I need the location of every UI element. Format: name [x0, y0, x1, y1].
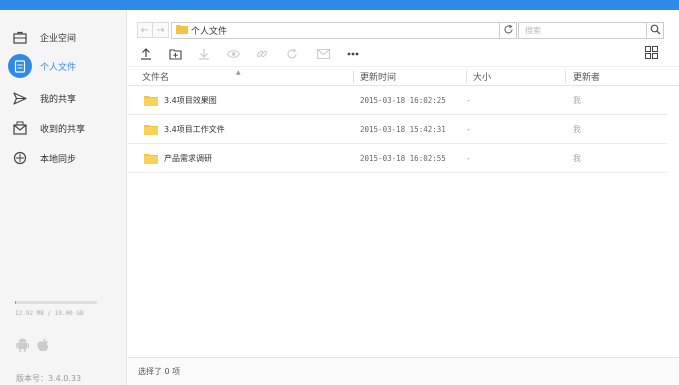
sidebar-item-label: 企业空间 [40, 33, 77, 44]
folder-icon [144, 153, 158, 164]
file-time: 2015-03-18 16:02:25 [360, 96, 446, 105]
path-text: 个人文件 [191, 27, 228, 37]
file-updater: 我 [573, 125, 581, 134]
new-folder-icon[interactable] [168, 47, 182, 61]
column-divider[interactable] [353, 70, 354, 83]
client-downloads [16, 338, 49, 355]
sidebar-item-personal-files[interactable]: 个人文件 [8, 54, 77, 78]
column-divider[interactable] [466, 70, 467, 83]
file-name: 3.4项目工作文件 [164, 125, 225, 134]
inbox-icon [10, 118, 30, 138]
sidebar-item-label: 我的共享 [40, 94, 77, 105]
search-input[interactable] [519, 23, 647, 38]
sync-share-icon[interactable] [285, 47, 299, 61]
search-icon [650, 24, 661, 38]
sync-icon [10, 148, 30, 168]
folder-icon [144, 124, 158, 135]
apple-icon[interactable] [37, 338, 49, 355]
column-header-size[interactable]: 大小 [473, 67, 491, 86]
storage-bar [15, 301, 97, 304]
file-time: 2015-03-18 15:42:31 [360, 125, 446, 134]
file-name-cell: 3.4项目效果图 [144, 86, 217, 115]
more-icon[interactable] [346, 47, 360, 61]
column-divider[interactable] [565, 70, 566, 83]
version-label: 版本号：3.4.0.33 [16, 374, 82, 383]
column-header-name[interactable]: 文件名 [142, 67, 169, 86]
file-size: - [467, 125, 470, 134]
sidebar-item-label: 收到的共享 [40, 124, 86, 135]
file-name-cell: 产品需求调研 [144, 144, 212, 173]
document-icon [8, 54, 32, 78]
file-updater: 我 [573, 96, 581, 105]
upload-icon[interactable] [139, 47, 153, 61]
download-icon[interactable] [197, 47, 211, 61]
storage-fill [15, 301, 16, 304]
column-header-time[interactable]: 更新时间 [360, 67, 396, 86]
storage-text: 12.92 MB / 10.00 GB [15, 310, 84, 317]
file-name: 产品需求调研 [164, 154, 212, 163]
sidebar-item-my-shares[interactable]: 我的共享 [10, 86, 76, 110]
address-toolbar: ← → 个人文件 [128, 20, 679, 42]
action-toolbar [128, 44, 679, 64]
preview-eye-icon[interactable] [226, 47, 240, 61]
forward-button[interactable]: → [153, 22, 169, 38]
search-button[interactable] [646, 22, 663, 39]
file-name: 3.4项目效果图 [164, 96, 217, 105]
search-box [518, 22, 664, 39]
sidebar-item-label: 本地同步 [40, 154, 77, 165]
column-header-updater[interactable]: 更新者 [573, 67, 600, 86]
status-bar: 选择了 0 项 [128, 357, 679, 385]
main-panel: ← → 个人文件 搜索 文件名 ▲ 更新时间 大小 更新者 3.4项目效果图 2… [128, 10, 679, 385]
sidebar-item-received-shares[interactable]: 收到的共享 [10, 116, 85, 140]
title-bar [0, 0, 679, 10]
back-button[interactable]: ← [137, 22, 153, 38]
refresh-button[interactable] [500, 22, 517, 39]
file-name-cell: 3.4项目工作文件 [144, 115, 225, 144]
selection-count: 选择了 0 项 [138, 367, 181, 376]
mail-icon[interactable] [316, 47, 330, 61]
file-size: - [467, 96, 470, 105]
arrow-left-icon: ← [140, 24, 150, 36]
sidebar-item-label: 个人文件 [40, 62, 77, 73]
path-bar[interactable]: 个人文件 [171, 22, 500, 39]
table-row[interactable]: 3.4项目工作文件 2015-03-18 15:42:31 - 我 [128, 115, 667, 144]
sort-asc-icon: ▲ [236, 69, 241, 76]
link-icon[interactable] [255, 47, 269, 61]
android-icon[interactable] [16, 338, 29, 355]
storage-usage: 12.92 MB / 10.00 GB [15, 301, 97, 317]
file-table-header: 文件名 ▲ 更新时间 大小 更新者 [128, 66, 679, 86]
arrow-right-icon: → [156, 24, 165, 36]
sidebar: 企业空间 个人文件 我的共享 收到的共享 本地同步 12.92 MB / 10.… [0, 10, 127, 385]
table-row[interactable]: 产品需求调研 2015-03-18 16:02:55 - 我 [128, 144, 667, 173]
folder-icon [176, 24, 188, 37]
sidebar-item-enterprise-space[interactable]: 企业空间 [10, 25, 76, 49]
refresh-icon [503, 24, 514, 38]
table-row[interactable]: 3.4项目效果图 2015-03-18 16:02:25 - 我 [128, 86, 667, 115]
file-updater: 我 [573, 154, 581, 163]
send-icon [10, 88, 30, 108]
briefcase-icon [10, 27, 30, 47]
grid-view-icon[interactable] [645, 46, 659, 60]
folder-icon [144, 95, 158, 106]
file-size: - [467, 154, 470, 163]
sidebar-item-local-sync[interactable]: 本地同步 [10, 146, 76, 170]
file-time: 2015-03-18 16:02:55 [360, 154, 446, 163]
